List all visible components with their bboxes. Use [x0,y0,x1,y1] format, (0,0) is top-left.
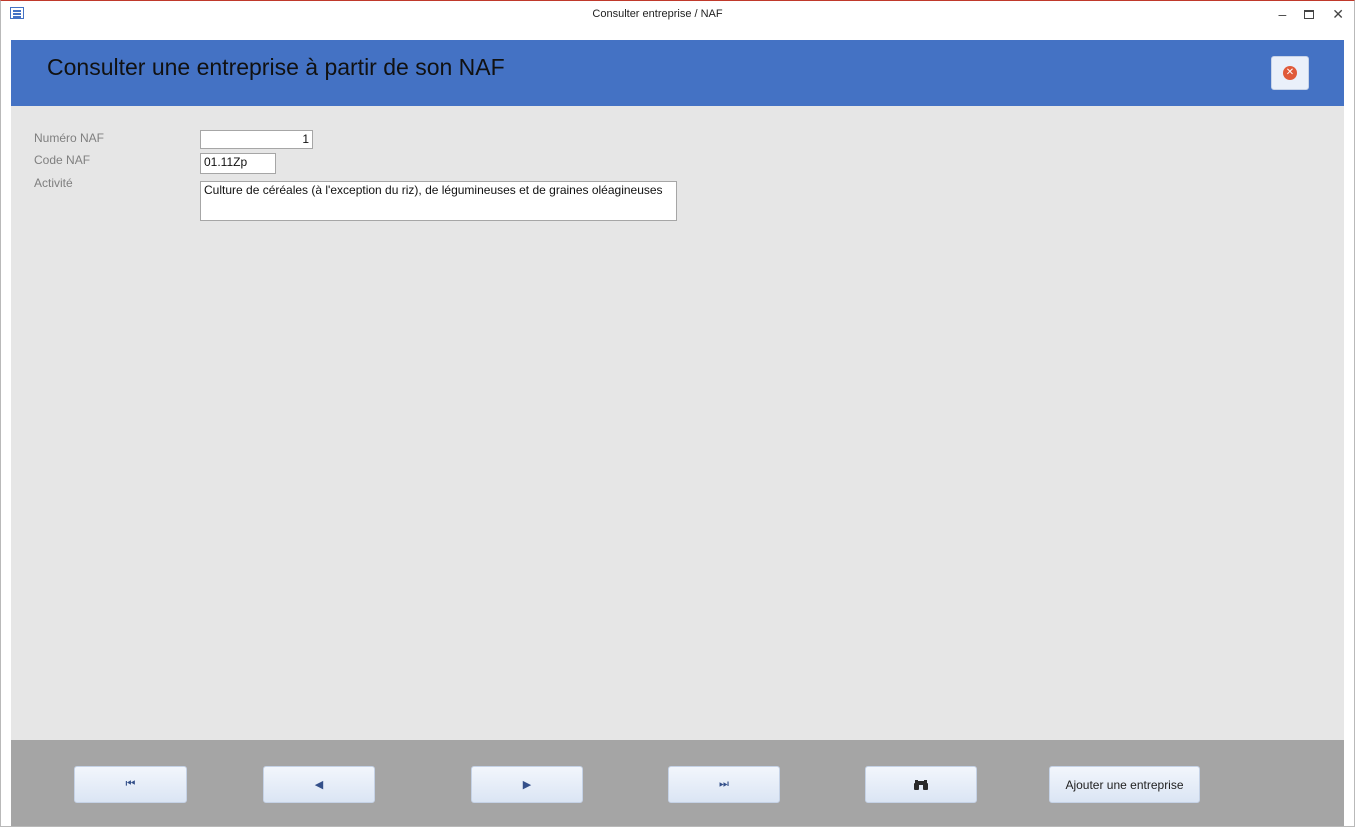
activite-field[interactable]: Culture de céréales (à l'exception du ri… [200,181,677,221]
minimize-button[interactable]: – [1278,7,1286,21]
page-title: Consulter une entreprise à partir de son… [47,54,505,80]
form-header: Consulter une entreprise à partir de son… [11,40,1344,106]
first-record-button[interactable]: ⏮ [74,766,187,803]
close-form-button[interactable]: ✕ [1271,56,1309,90]
activite-label: Activité [34,176,73,190]
previous-record-button[interactable]: ◀ [263,766,375,803]
access-form-window: Consulter entreprise / NAF – ✕ Consulter… [0,0,1355,827]
window-title: Consulter entreprise / NAF [592,8,723,20]
form-footer: ⏮ ◀ ▶ ⏭ Ajouter une entreprise [11,740,1344,826]
last-record-button[interactable]: ⏭ [668,766,780,803]
last-record-icon: ⏭ [719,778,729,790]
code-naf-field[interactable]: 01.11Zp [200,153,276,174]
form-body: Numéro NAF 1 Code NAF 01.11Zp Activité C… [11,106,1344,740]
previous-record-icon: ◀ [314,779,324,791]
add-company-button[interactable]: Ajouter une entreprise [1049,766,1200,803]
window-controls: – ✕ [1278,1,1344,27]
code-naf-label: Code NAF [34,153,91,167]
numero-naf-label: Numéro NAF [34,131,105,145]
numero-naf-field[interactable]: 1 [200,130,313,149]
binoculars-icon [914,779,928,790]
title-bar: Consulter entreprise / NAF – ✕ [1,1,1354,27]
next-record-icon: ▶ [522,779,532,791]
next-record-button[interactable]: ▶ [471,766,583,803]
close-circle-icon: ✕ [1283,66,1297,80]
close-window-button[interactable]: ✕ [1332,7,1344,21]
maximize-button[interactable] [1304,9,1315,19]
search-record-button[interactable] [865,766,977,803]
first-record-icon: ⏮ [125,778,136,790]
